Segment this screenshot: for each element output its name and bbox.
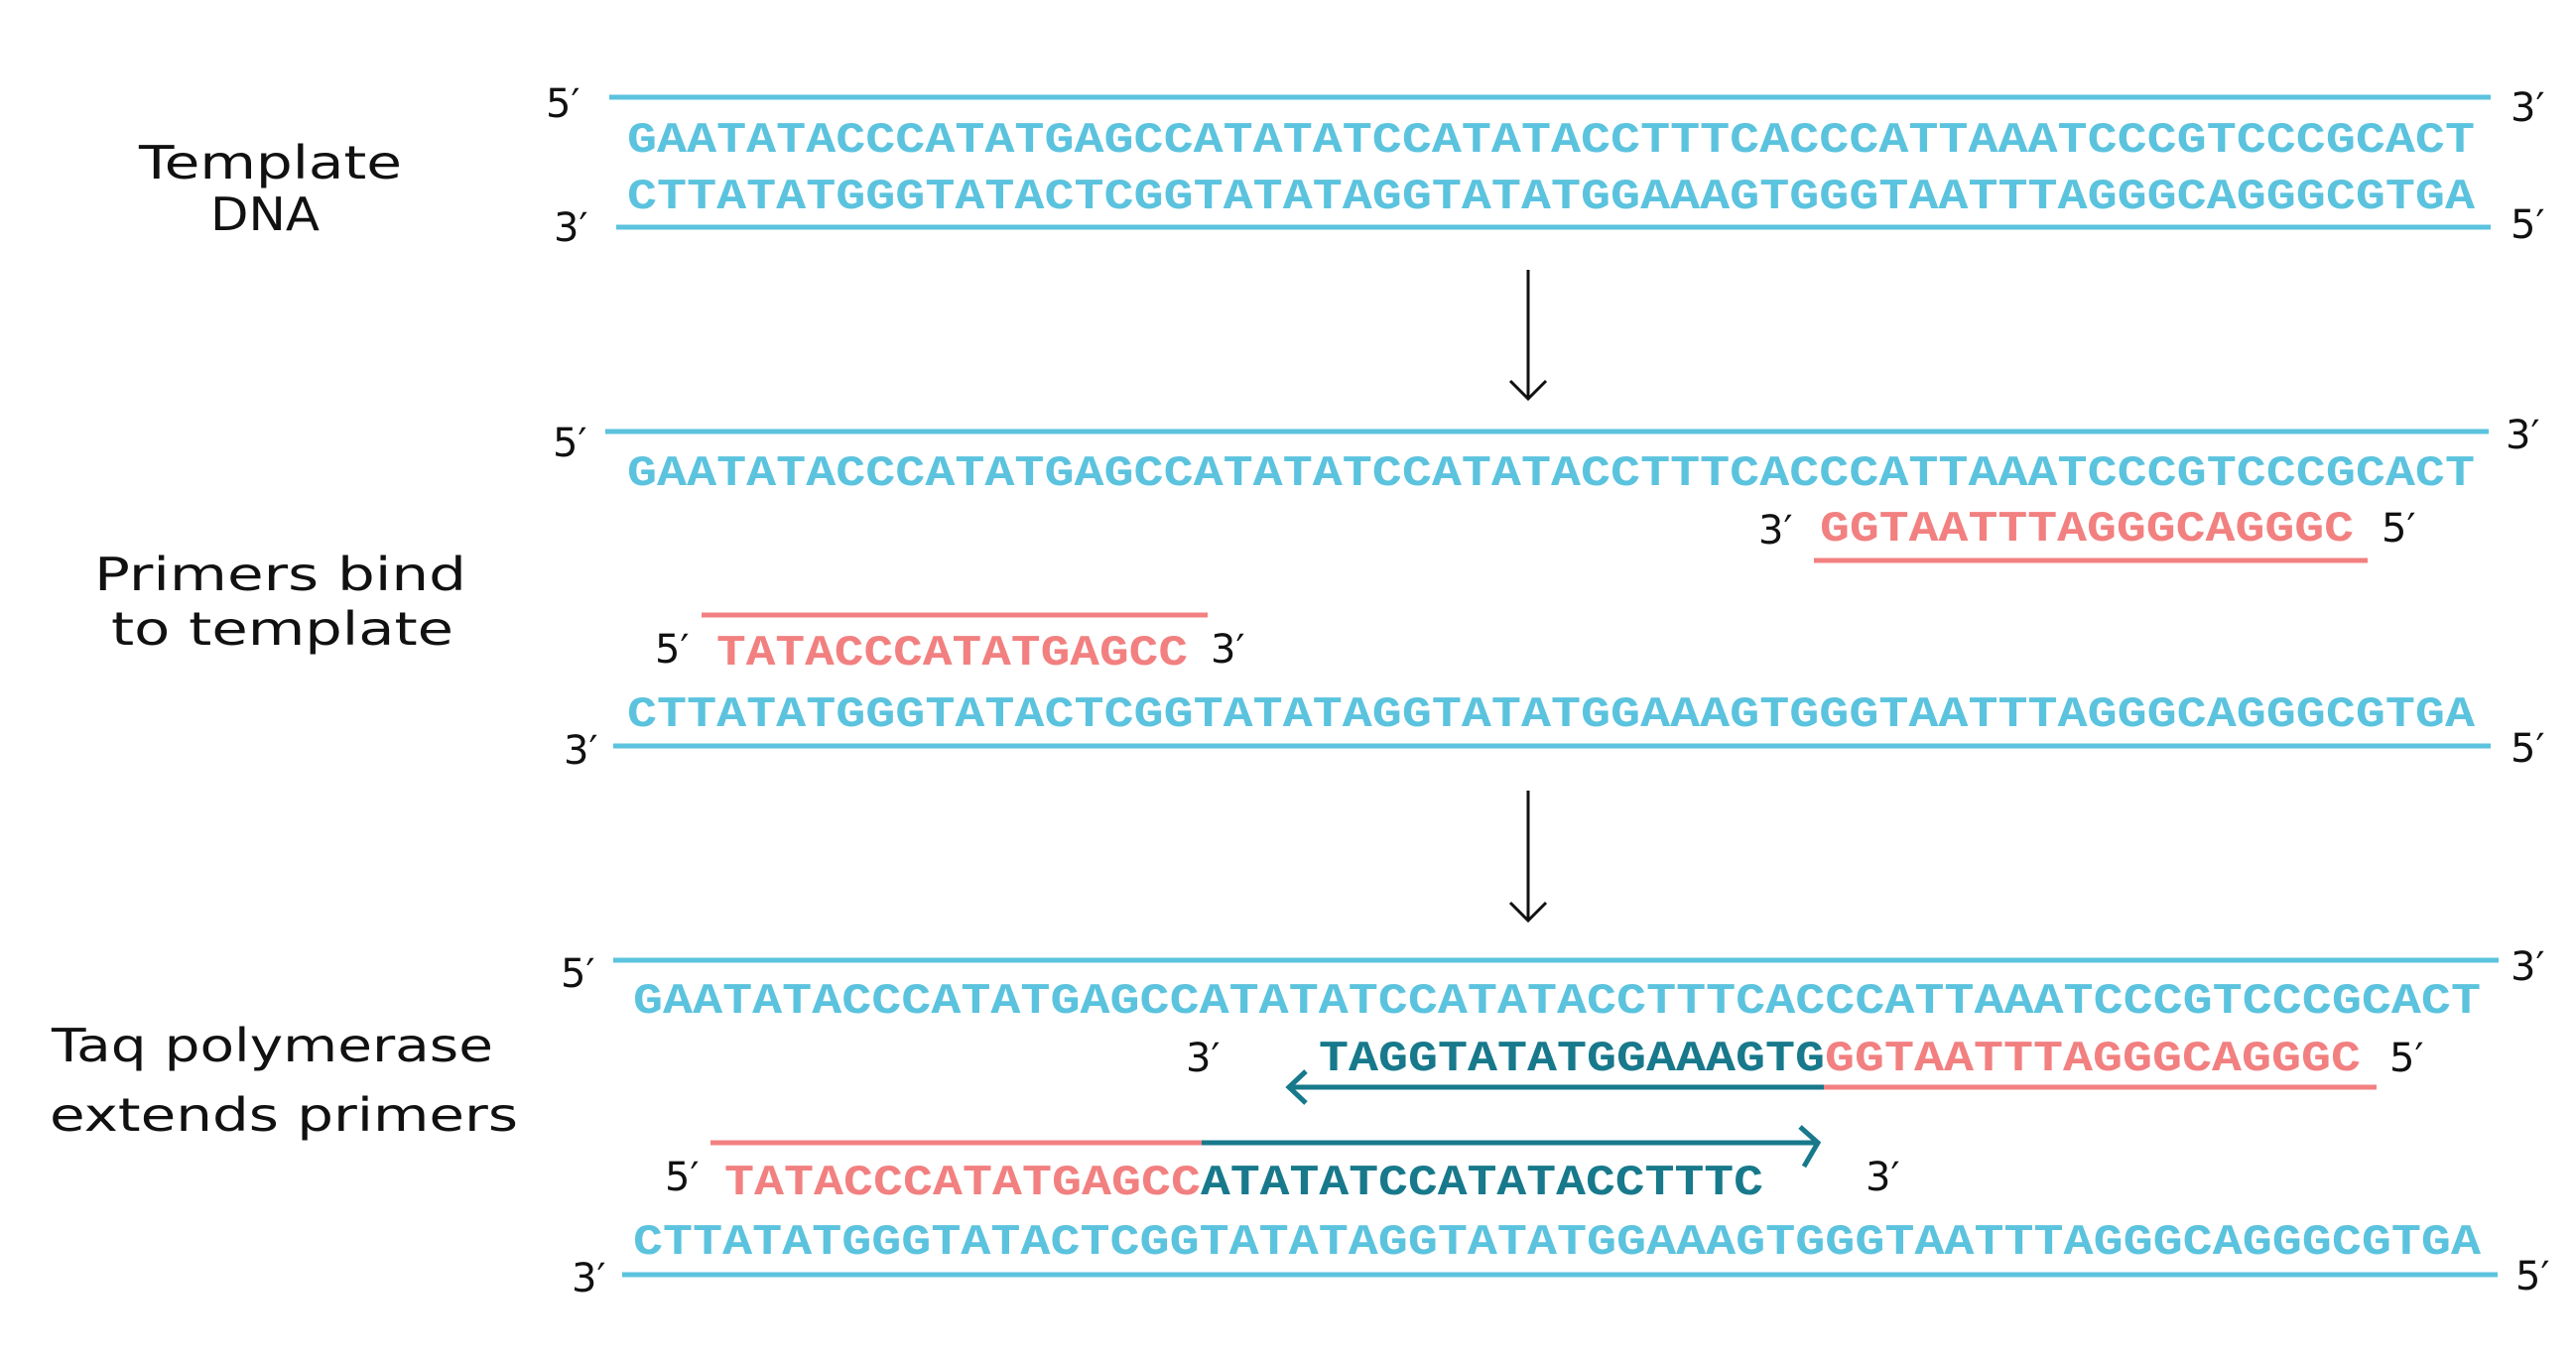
prime-label: 5′ [553, 421, 587, 466]
prime-label: 3′ [2511, 85, 2545, 131]
prime-label: 3′ [2506, 413, 2540, 458]
top-strand-sequence: GAATATACCCATATGAGCCATATATCCATATACCTTTCAC… [627, 116, 2475, 166]
label-line: extends primers [50, 1088, 518, 1142]
bottom-strand-sequence: CTTATATGGGTATACTCGGTATATAGGTATATGGAAAGTG… [627, 173, 2476, 222]
forward-primer-sequence: TATACCCATATGAGCC [724, 1159, 1201, 1208]
label-line: DNA [210, 187, 321, 241]
forward-primer-sequence: TATACCCATATGAGCC [716, 629, 1188, 678]
label-line: Template [138, 136, 402, 189]
down-arrow-icon [1508, 270, 1548, 402]
prime-label: 5′ [546, 81, 580, 127]
extension-section: 5′ 3′ GAATATACCCATATGAGCCATATATCCATATACC… [561, 944, 2550, 1301]
reverse-primer-sequence: GGTAATTTAGGGCAGGGC [1820, 505, 2354, 555]
template-dna-section: 5′ 3′ GAATATACCCATATGAGCCATATATCCATATACC… [546, 81, 2545, 251]
label-primers-bind: Primers bind to template [94, 548, 466, 656]
prime-label: 5′ [2389, 1036, 2424, 1081]
prime-label: 5′ [2515, 1254, 2550, 1299]
primers-bind-section: 5′ 3′ GAATATACCCATATGAGCCATATATCCATATACC… [553, 413, 2545, 774]
bottom-strand-sequence: CTTATATGGGTATACTCGGTATATAGGTATATGGAAAGTG… [627, 690, 2476, 740]
pcr-diagram: Template DNA Primers bind to template Ta… [50, 81, 2550, 1301]
prime-label: 5′ [2511, 202, 2545, 248]
top-strand-sequence: GAATATACCCATATGAGCCATATATCCATATACCTTTCAC… [627, 449, 2475, 499]
prime-label: 5′ [655, 627, 690, 673]
prime-label: 3′ [1186, 1036, 1221, 1081]
prime-label: 5′ [665, 1155, 700, 1200]
prime-label: 3′ [1866, 1155, 1900, 1200]
label-line: Taq polymerase [51, 1019, 493, 1072]
prime-label: 3′ [1211, 627, 1245, 673]
reverse-primer-sequence: GGTAATTTAGGGCAGGGC [1825, 1035, 2361, 1084]
prime-label: 5′ [2382, 506, 2416, 552]
prime-label: 3′ [554, 205, 588, 251]
top-strand-sequence: GAATATACCCATATGAGCCATATATCCATATACCTTTCAC… [633, 977, 2481, 1027]
label-taq-extends: Taq polymerase extends primers [50, 1019, 518, 1142]
prime-label: 5′ [2511, 726, 2545, 772]
prime-label: 3′ [572, 1256, 606, 1301]
prime-label: 3′ [564, 728, 598, 774]
label-template-dna: Template DNA [138, 136, 402, 241]
bottom-strand-sequence: CTTATATGGGTATACTCGGTATATAGGTATATGGAAAGTG… [633, 1218, 2482, 1268]
prime-label: 5′ [561, 951, 595, 997]
prime-label: 3′ [1758, 508, 1793, 554]
down-arrow-icon [1508, 791, 1548, 924]
forward-extension-sequence: ATATATCCATATACCTTTC [1201, 1159, 1763, 1208]
reverse-extension-sequence: TAGGTATATGGAAAGTG [1319, 1035, 1825, 1084]
label-line: Primers bind [94, 548, 466, 601]
label-line: to template [111, 602, 453, 656]
prime-label: 3′ [2511, 944, 2545, 990]
